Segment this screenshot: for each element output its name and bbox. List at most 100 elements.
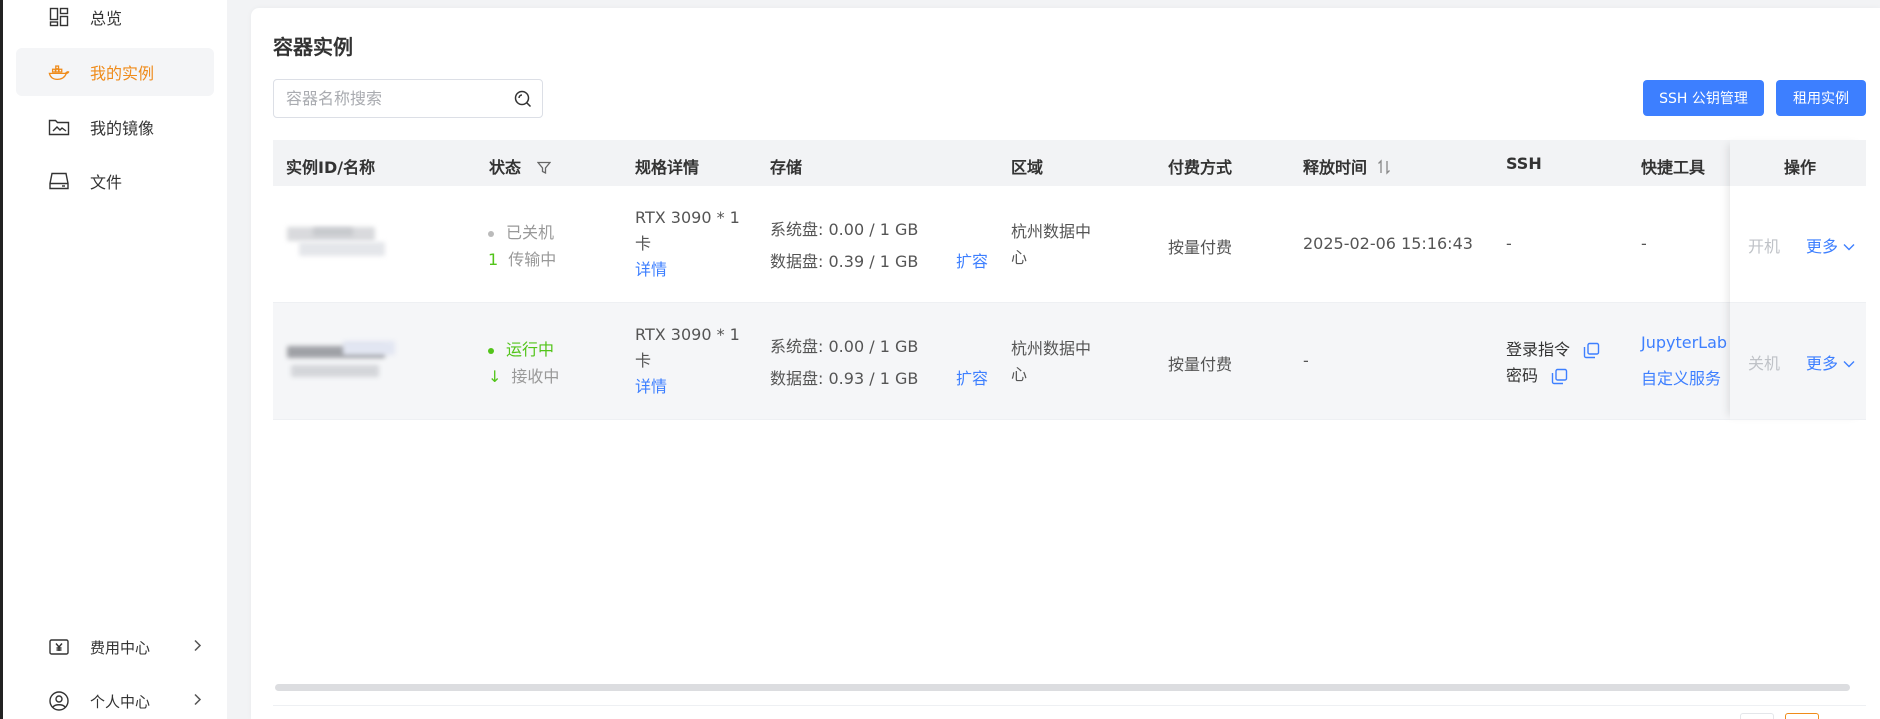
upload-icon: 1 [488, 250, 499, 269]
sidebar-item-label: 费用中心 [90, 638, 151, 657]
region-line: 杭州数据中 [1011, 222, 1092, 241]
region-line: 心 [1011, 248, 1028, 267]
col-header-id: 实例ID/名称 [286, 158, 376, 177]
region-line: 心 [1011, 365, 1028, 384]
detail-link[interactable]: 详情 [635, 374, 740, 400]
sidebar-item-label: 个人中心 [90, 692, 151, 711]
search-icon[interactable] [514, 90, 532, 108]
page-title: 容器实例 [273, 35, 353, 59]
ssh-login-label: 登录指令 [1506, 340, 1571, 359]
copy-icon[interactable] [1583, 342, 1600, 359]
sidebar-item-billing[interactable]: 费用中心 [16, 623, 214, 671]
spec-gpu: RTX 3090 * 1 [635, 325, 740, 344]
sidebar-item-label: 总览 [90, 9, 123, 28]
billing-cell: 按量付费 [1168, 355, 1233, 374]
system-disk: 系统盘: 0.00 / 1 GB [770, 216, 918, 240]
region-line: 杭州数据中 [1011, 339, 1092, 358]
yen-icon [48, 636, 70, 658]
sidebar-item-overview[interactable]: 总览 [16, 0, 214, 41]
release-time-cell: - [1303, 351, 1309, 370]
jupyterlab-link[interactable]: JupyterLab [1641, 333, 1727, 352]
sidebar: 总览 我的实例 我的镜像 文件 费用中心 个人中心 [3, 0, 227, 719]
sidebar-item-files[interactable]: 文件 [16, 157, 214, 205]
download-icon: ↓ [488, 367, 502, 386]
system-disk-total: / 1 GB [869, 220, 919, 239]
sort-icon[interactable] [1377, 159, 1391, 179]
status-cell: 运行中 [488, 336, 554, 360]
spec-gpu-unit: 卡 [635, 351, 652, 370]
data-disk: 数据盘: 0.39 / 1 GB [770, 248, 918, 272]
data-disk-total: / 1 GB [869, 369, 919, 388]
data-disk-total: / 1 GB [869, 252, 919, 271]
transfer-cell: ↓ 接收中 [488, 363, 559, 387]
data-disk-label: 数据盘: [770, 369, 824, 388]
status-label: 运行中 [506, 340, 555, 359]
table-row: 已关机 1 传输中 RTX 3090 * 1 卡 详情 系统盘: 0.00 / 1… [273, 186, 1866, 303]
data-disk-used: 0.93 [828, 369, 865, 388]
more-label: 更多 [1806, 354, 1839, 373]
sidebar-item-label: 我的镜像 [90, 119, 155, 138]
region-cell: 杭州数据中 心 [1011, 336, 1091, 388]
chevron-down-icon [1843, 236, 1855, 255]
filter-icon[interactable] [536, 160, 551, 179]
sidebar-item-profile[interactable]: 个人中心 [16, 677, 214, 719]
pagination-button-active[interactable] [1785, 713, 1819, 719]
detail-link[interactable]: 详情 [635, 257, 740, 283]
search-box [273, 79, 543, 118]
user-circle-icon [48, 690, 70, 712]
release-time-cell: 2025-02-06 15:16:43 [1303, 234, 1473, 253]
divider [273, 705, 1866, 706]
col-header-status: 状态 [489, 154, 551, 179]
col-header-region: 区域 [1011, 158, 1044, 177]
pagination-button[interactable] [1740, 713, 1774, 719]
ssh-key-button[interactable]: SSH 公钥管理 [1643, 80, 1764, 116]
expand-link[interactable]: 扩容 [956, 365, 988, 389]
ssh-password-label: 密码 [1506, 366, 1539, 385]
more-label: 更多 [1806, 237, 1839, 256]
tools-cell: - [1641, 234, 1647, 253]
status-dot [488, 347, 494, 354]
system-disk-label: 系统盘: [770, 220, 824, 239]
spec-cell: RTX 3090 * 1 卡 详情 [635, 205, 740, 283]
rent-instance-button[interactable]: 租用实例 [1776, 80, 1866, 116]
custom-service-link[interactable]: 自定义服务 [1641, 365, 1721, 389]
status-label: 已关机 [506, 223, 555, 242]
col-header-status-label: 状态 [489, 158, 522, 177]
ssh-password: 密码 [1506, 362, 1568, 386]
transfer-cell: 1 传输中 [488, 246, 556, 270]
data-disk-label: 数据盘: [770, 252, 824, 271]
dashboard-icon [48, 6, 70, 28]
horizontal-scrollbar[interactable] [275, 684, 1850, 691]
table-header: 实例ID/名称 状态 规格详情 存储 区域 付费方式 释放时间 SSH 快捷工具… [273, 140, 1866, 186]
power-on-button[interactable]: 开机 [1748, 233, 1780, 257]
chevron-down-icon [1843, 353, 1855, 372]
power-off-button[interactable]: 关机 [1748, 350, 1780, 374]
col-header-spec: 规格详情 [635, 158, 700, 177]
search-input[interactable] [286, 80, 506, 117]
col-header-ssh: SSH [1506, 154, 1542, 173]
spec-cell: RTX 3090 * 1 卡 详情 [635, 322, 740, 400]
col-header-ops: 操作 [1784, 158, 1817, 177]
copy-icon[interactable] [1551, 368, 1568, 385]
sidebar-item-my-images[interactable]: 我的镜像 [16, 103, 214, 151]
sidebar-item-label: 文件 [90, 173, 123, 192]
expand-link[interactable]: 扩容 [956, 248, 988, 272]
status-cell: 已关机 [488, 219, 554, 243]
transfer-label: 传输中 [508, 250, 557, 269]
region-cell: 杭州数据中 心 [1011, 219, 1091, 271]
data-disk: 数据盘: 0.93 / 1 GB [770, 365, 918, 389]
sidebar-item-label: 我的实例 [90, 64, 155, 83]
more-dropdown[interactable]: 更多 [1806, 350, 1855, 374]
sidebar-item-my-instances[interactable]: 我的实例 [16, 48, 214, 96]
system-disk-label: 系统盘: [770, 337, 824, 356]
col-header-release-label: 释放时间 [1303, 158, 1368, 177]
transfer-label: 接收中 [511, 367, 560, 386]
billing-cell: 按量付费 [1168, 238, 1233, 257]
col-header-billing: 付费方式 [1168, 158, 1233, 177]
ssh-cell: - [1506, 234, 1512, 253]
table-row: 运行中 ↓ 接收中 RTX 3090 * 1 卡 详情 系统盘: 0.00 / 1… [273, 303, 1866, 420]
chevron-right-icon [192, 638, 202, 657]
system-disk-used: 0.00 [828, 337, 865, 356]
ssh-login-command: 登录指令 [1506, 336, 1600, 360]
more-dropdown[interactable]: 更多 [1806, 233, 1855, 257]
